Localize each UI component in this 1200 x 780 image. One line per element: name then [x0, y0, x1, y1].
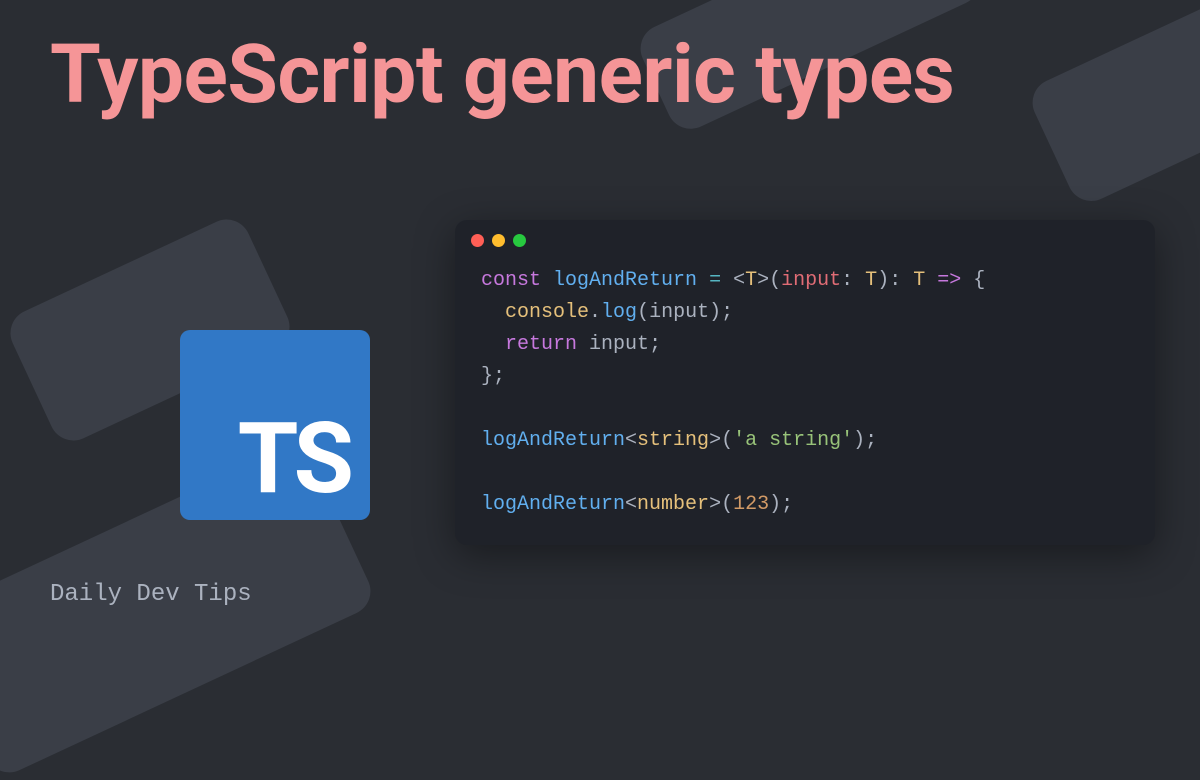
minimize-icon — [492, 234, 505, 247]
typescript-logo: TS — [180, 330, 370, 520]
typescript-logo-text: TS — [238, 410, 350, 508]
bg-shape — [1025, 0, 1200, 209]
code-content: const logAndReturn = <T>(input: T): T =>… — [455, 257, 1155, 545]
page-title: TypeScript generic types — [50, 30, 954, 120]
window-controls — [455, 220, 1155, 257]
footer-brand: Daily Dev Tips — [50, 581, 252, 608]
maximize-icon — [513, 234, 526, 247]
code-window: const logAndReturn = <T>(input: T): T =>… — [455, 220, 1155, 545]
close-icon — [471, 234, 484, 247]
